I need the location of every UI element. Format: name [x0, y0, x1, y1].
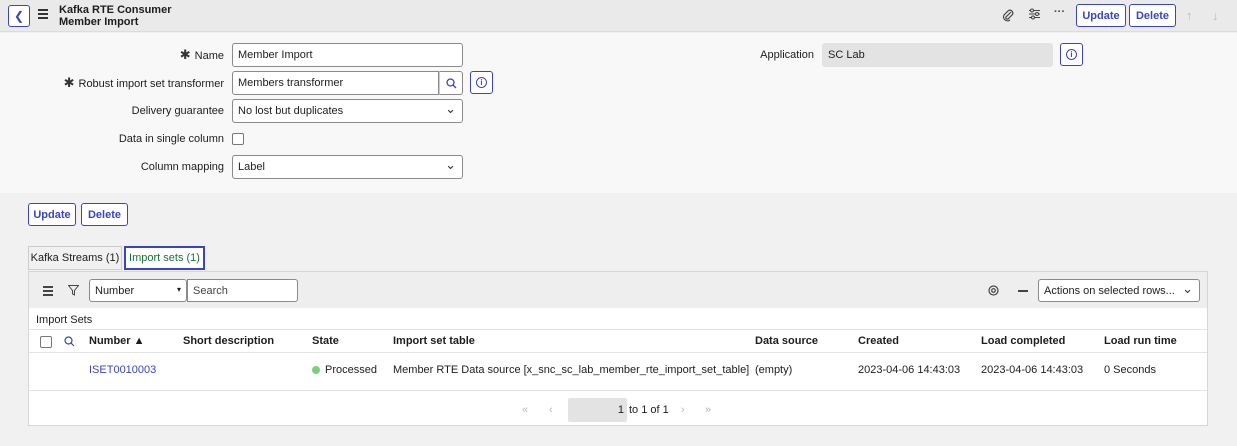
- select-all-checkbox[interactable]: [40, 336, 52, 348]
- column-header-load-completed[interactable]: Load completed: [981, 335, 1065, 347]
- filter-field-select[interactable]: Number ▾: [89, 279, 187, 302]
- column-header-created[interactable]: Created: [858, 335, 899, 347]
- column-header-number[interactable]: Number ▲: [89, 335, 145, 347]
- required-icon: ✱: [179, 47, 191, 62]
- row-data-source: (empty): [755, 364, 793, 376]
- single-column-label: Data in single column: [118, 133, 224, 145]
- column-header-state[interactable]: State: [312, 335, 339, 347]
- title-table-name: Kafka RTE Consumer: [59, 4, 172, 16]
- name-label: ✱ Name: [179, 47, 224, 62]
- arrow-up-icon[interactable]: ↑: [1186, 8, 1193, 23]
- list-caption: Import Sets: [36, 314, 93, 326]
- divider: [29, 329, 1207, 330]
- list-search-input[interactable]: Search: [187, 279, 298, 302]
- delete-button[interactable]: Delete: [1129, 4, 1176, 27]
- actions-on-selected-select[interactable]: Actions on selected rows...: [1038, 279, 1200, 302]
- form-update-button[interactable]: Update: [28, 203, 76, 226]
- settings-icon[interactable]: [988, 285, 999, 296]
- name-input[interactable]: Member Import: [232, 43, 463, 67]
- column-mapping-label: Column mapping: [140, 161, 224, 173]
- personalize-icon[interactable]: [1028, 8, 1041, 23]
- next-page-icon[interactable]: ›: [681, 404, 685, 416]
- search-icon[interactable]: [64, 336, 75, 347]
- list-menu-icon[interactable]: [43, 286, 53, 296]
- title-record-name: Member Import: [59, 16, 139, 28]
- context-menu-icon[interactable]: [38, 9, 48, 19]
- application-info-button[interactable]: i: [1060, 43, 1083, 66]
- row-number-link[interactable]: ISET0010003: [89, 364, 156, 376]
- first-page-icon[interactable]: «: [522, 404, 528, 416]
- row-state: Processed: [312, 364, 377, 376]
- collapse-icon[interactable]: [1018, 290, 1028, 292]
- arrow-down-icon[interactable]: ↓: [1212, 8, 1219, 23]
- previous-page-icon[interactable]: ‹: [549, 404, 553, 416]
- transformer-info-button[interactable]: i: [470, 71, 493, 94]
- single-column-checkbox[interactable]: [232, 133, 244, 145]
- column-mapping-select[interactable]: Label: [232, 155, 463, 179]
- tab-kafka-streams[interactable]: Kafka Streams (1): [28, 246, 122, 270]
- chevron-left-icon: ❮: [13, 9, 25, 23]
- transformer-label: ✱ Robust import set transformer: [63, 75, 224, 90]
- update-button[interactable]: Update: [1076, 4, 1126, 27]
- transformer-lookup-button[interactable]: [439, 71, 463, 95]
- more-options-icon[interactable]: ···: [1054, 6, 1065, 18]
- row-created: 2023-04-06 14:43:03: [858, 364, 961, 376]
- list-toolbar: Number ▾ Search Actions on selected rows…: [29, 272, 1207, 308]
- last-page-icon[interactable]: »: [705, 404, 711, 416]
- required-icon: ✱: [63, 75, 75, 90]
- application-field: SC Lab: [822, 43, 1053, 67]
- status-dot-icon: [312, 365, 320, 374]
- column-header-data-source[interactable]: Data source: [755, 335, 818, 347]
- row-import-set-table: Member RTE Data source [x_snc_sc_lab_mem…: [393, 364, 750, 376]
- page-number-input[interactable]: 1: [568, 398, 627, 422]
- divider: [29, 352, 1207, 353]
- pager-range-text: to 1 of 1: [629, 404, 669, 416]
- application-label: Application: [760, 49, 814, 61]
- delivery-guarantee-select[interactable]: No lost but duplicates: [232, 99, 463, 123]
- info-icon: i: [476, 77, 487, 88]
- page-title: Kafka RTE Consumer Member Import: [59, 4, 171, 28]
- transformer-input[interactable]: Members transformer: [232, 71, 439, 95]
- column-header-import-set-table[interactable]: Import set table: [393, 335, 475, 347]
- caret-down-icon: ▾: [176, 285, 181, 294]
- back-button[interactable]: ❮: [8, 5, 30, 27]
- column-header-short-description[interactable]: Short description: [183, 335, 274, 347]
- divider: [29, 390, 1207, 391]
- filter-icon[interactable]: [68, 285, 79, 296]
- form-delete-button[interactable]: Delete: [81, 203, 128, 226]
- import-sets-list: Number ▾ Search Actions on selected rows…: [28, 271, 1208, 426]
- row-load-completed: 2023-04-06 14:43:03: [981, 364, 1084, 376]
- row-load-run-time: 0 Seconds: [1104, 364, 1156, 376]
- info-icon: i: [1066, 49, 1077, 60]
- column-header-load-run-time[interactable]: Load run time: [1104, 335, 1177, 347]
- paperclip-icon[interactable]: [1002, 8, 1014, 25]
- tab-import-sets[interactable]: Import sets (1): [124, 246, 205, 270]
- record-form: ✱ Name Member Import ✱ Robust import set t…: [0, 33, 1237, 193]
- search-icon: [445, 77, 456, 88]
- form-header: ❮ Kafka RTE Consumer Member Import ··· U…: [0, 0, 1237, 32]
- delivery-guarantee-label: Delivery guarantee: [131, 105, 224, 117]
